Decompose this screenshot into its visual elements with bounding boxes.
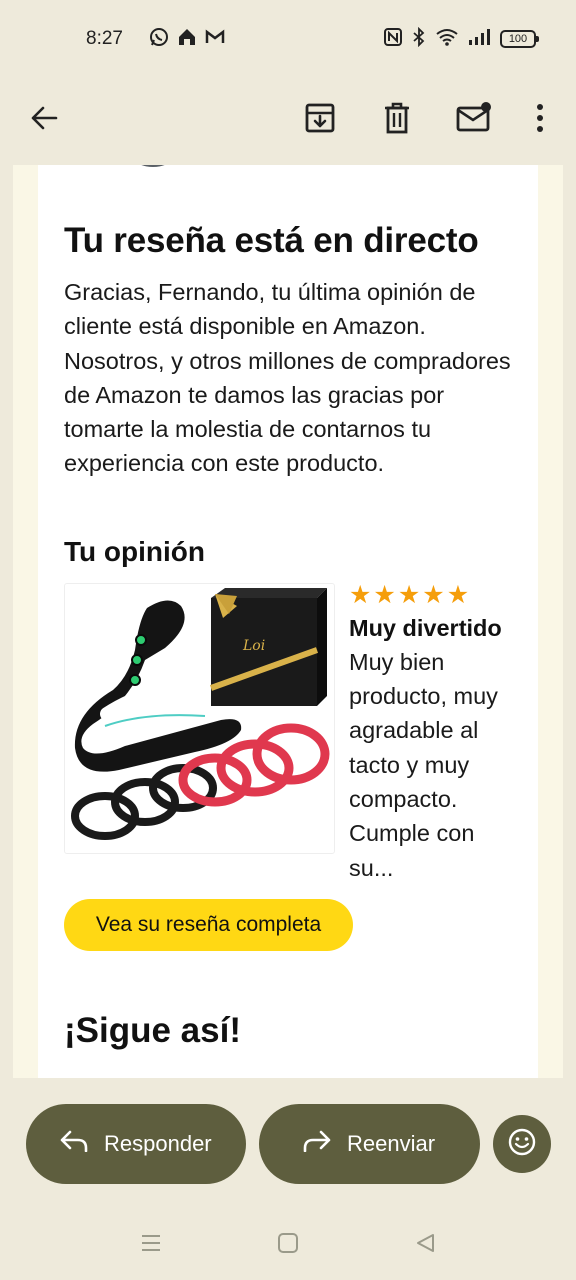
email-headline: Tu reseña está en directo [64,221,479,260]
status-time: 8:27 [86,28,123,49]
battery-indicator: 100 [500,30,539,48]
delete-button[interactable] [371,94,423,146]
smiley-icon [508,1128,536,1161]
square-icon [277,1232,299,1259]
arrow-left-icon [29,103,59,138]
more-options-button[interactable] [514,94,566,146]
forward-button[interactable]: Reenviar [259,1104,480,1184]
email-content: Tu reseña está en directo Gracias, Ferna… [64,221,524,1051]
notification-icons [149,27,225,52]
reply-button[interactable]: Responder [26,1104,246,1184]
back-nav-button[interactable] [410,1230,440,1260]
back-button[interactable] [18,94,70,146]
review-section-title: Tu opinión [64,535,205,567]
trash-icon [382,102,412,139]
forward-icon [303,1130,347,1158]
star-icon: ★ [422,581,445,610]
review-text: Muy bien producto, muy agradable al tact… [349,648,498,881]
home-icon [177,27,197,52]
nfc-icon [384,27,402,51]
archive-button[interactable] [294,94,346,146]
closing-heading: ¡Sigue así! [64,1010,241,1050]
signal-icon [468,28,490,51]
email-card: Tu reseña está en directo Gracias, Ferna… [38,165,538,1078]
svg-text:Loi: Loi [242,638,265,654]
logo-fragment [118,165,188,167]
whatsapp-icon [149,27,169,52]
email-message: Gracias, Fernando, tu última opinión de … [64,279,511,477]
review-block: Loi ★ ★ ★ ★ ★ Muy divertido Muy bien pro… [64,582,524,885]
review-info: ★ ★ ★ ★ ★ Muy divertido Muy bien product… [349,583,524,885]
reply-icon [60,1130,104,1158]
star-icon: ★ [446,581,470,610]
recent-apps-button[interactable] [136,1230,166,1260]
star-icon: ★ [373,581,396,610]
system-navigation-bar [0,1210,576,1280]
email-toolbar [0,78,576,164]
star-icon: ★ [397,581,421,610]
mark-unread-button[interactable] [448,94,500,146]
star-icon: ★ [349,581,372,610]
home-button[interactable] [273,1230,303,1260]
bluetooth-icon [412,26,426,52]
product-image[interactable]: Loi [64,582,335,854]
wifi-icon [436,28,458,51]
review-title: Muy divertido [349,614,502,641]
forward-label: Reenviar [347,1131,436,1156]
reply-label: Responder [104,1131,212,1156]
triangle-back-icon [414,1232,436,1259]
gmail-icon [205,27,225,52]
status-bar: 8:27 100 [0,0,576,78]
system-icons: 100 [384,26,539,52]
star-rating: ★ ★ ★ ★ ★ [349,583,524,609]
view-review-button[interactable]: Vea su reseña completa [64,898,353,951]
mail-unread-icon [456,101,492,139]
archive-icon [304,102,336,139]
emoji-reaction-button[interactable] [493,1115,551,1173]
email-body[interactable]: Tu reseña está en directo Gracias, Ferna… [13,165,563,1078]
more-vert-icon [536,103,544,138]
menu-icon [140,1232,162,1259]
